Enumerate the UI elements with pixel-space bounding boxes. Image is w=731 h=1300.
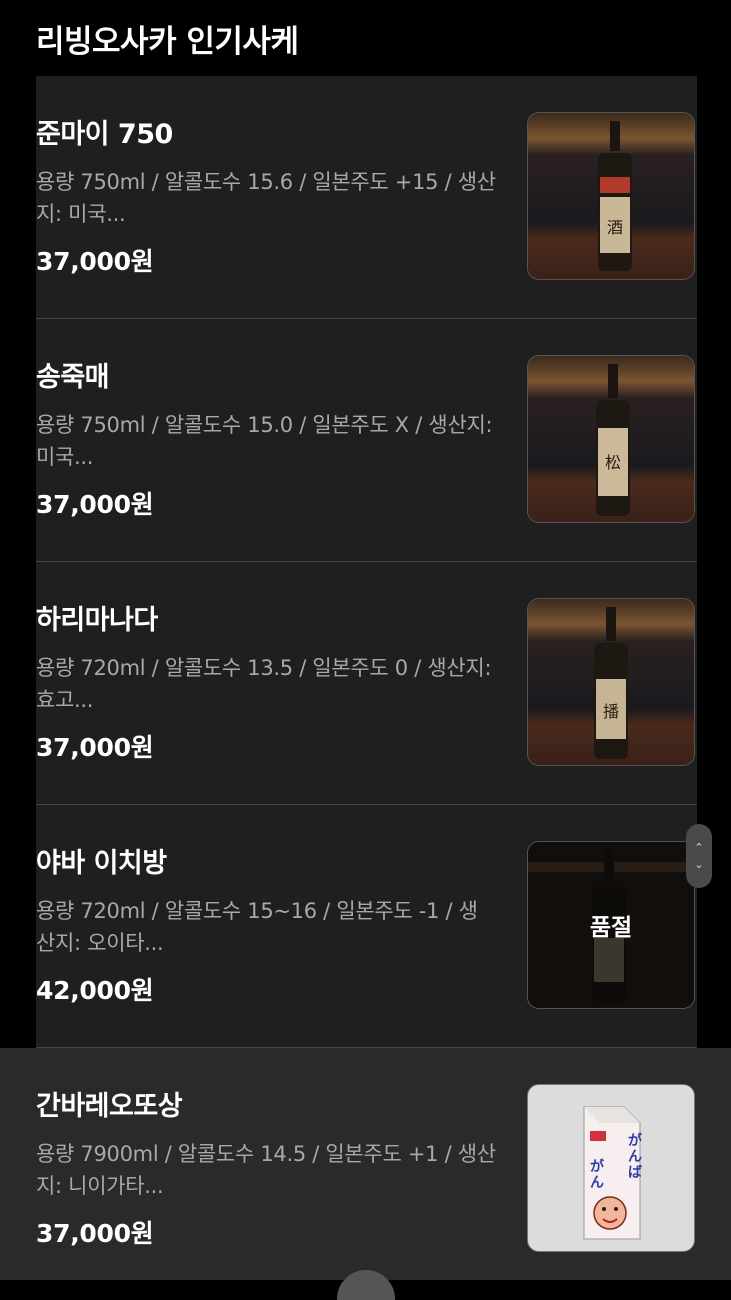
menu-item-name: 하리마나다 (36, 605, 158, 636)
scroll-handle[interactable]: ⌃ ⌄ (686, 824, 712, 888)
svg-text:ん: ん (590, 1175, 604, 1191)
left-gutter (0, 76, 36, 1048)
menu-item-image: が ん ば が ん (527, 1084, 695, 1252)
page-header: 리빙오사카 인기사케 (0, 0, 731, 76)
menu-item-price: 37,000원 (36, 733, 154, 762)
menu-item-price: 42,000원 (36, 976, 154, 1005)
menu-item-image: 품절 (527, 841, 695, 1009)
menu-item[interactable]: 간바레오또상 용량 7900ml / 알콜도수 14.5 / 일본주도 +1 /… (36, 1048, 697, 1290)
menu-item-name: 준마이 750 (36, 119, 173, 150)
menu-item-image: 松 (527, 355, 695, 523)
svg-text:松: 松 (605, 453, 621, 472)
menu-item-description: 용량 7900ml / 알콜도수 14.5 / 일본주도 +1 / 생산지: 니… (36, 1142, 496, 1198)
menu-item-name: 간바레오또상 (36, 1091, 183, 1122)
menu-item-price: 37,000원 (36, 1219, 154, 1248)
menu-item[interactable]: 야바 이치방 용량 720ml / 알콜도수 15~16 / 일본주도 -1 /… (36, 805, 697, 1047)
svg-text:ば: ば (628, 1165, 642, 1181)
right-gutter (697, 76, 731, 1048)
menu-item-image: 播 (527, 598, 695, 766)
page-title: 리빙오사카 인기사케 (36, 24, 299, 60)
menu-item[interactable]: 송죽매 용량 750ml / 알콜도수 15.0 / 일본주도 X / 생산지:… (36, 319, 697, 561)
svg-text:が: が (628, 1132, 643, 1149)
menu-item-name: 송죽매 (36, 362, 110, 393)
menu-item-description: 용량 750ml / 알콜도수 15.6 / 일본주도 +15 / 생산지: 미… (36, 170, 496, 226)
menu-item[interactable]: 하리마나다 용량 720ml / 알콜도수 13.5 / 일본주도 0 / 생산… (36, 562, 697, 804)
menu-item-price: 37,000원 (36, 490, 154, 519)
svg-text:が: が (590, 1158, 605, 1175)
menu-item-image: 酒 (527, 112, 695, 280)
menu-item-price: 37,000원 (36, 247, 154, 276)
menu-item-name: 야바 이치방 (36, 848, 167, 879)
sold-out-badge: 품절 (528, 842, 694, 1008)
chevron-down-icon[interactable]: ⌄ (694, 859, 703, 870)
menu-item-description: 용량 720ml / 알콜도수 15~16 / 일본주도 -1 / 생산지: 오… (36, 899, 478, 955)
svg-text:播: 播 (603, 702, 619, 721)
svg-text:ん: ん (628, 1149, 642, 1165)
svg-text:酒: 酒 (607, 218, 623, 237)
chevron-up-icon[interactable]: ⌃ (694, 842, 703, 853)
menu-item-description: 용량 750ml / 알콜도수 15.0 / 일본주도 X / 생산지: 미국.… (36, 413, 493, 469)
menu-item[interactable]: 준마이 750 용량 750ml / 알콜도수 15.6 / 일본주도 +15 … (36, 76, 697, 318)
menu-item-description: 용량 720ml / 알콜도수 13.5 / 일본주도 0 / 생산지: 효고.… (36, 656, 492, 712)
